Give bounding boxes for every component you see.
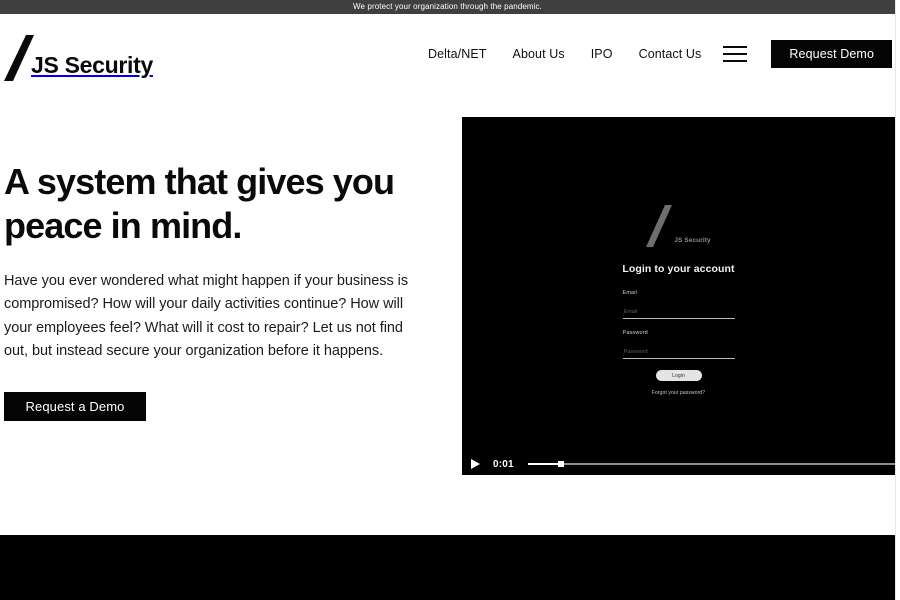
nav-item-delta-net[interactable]: Delta/NET <box>428 47 487 61</box>
slash-logo-icon <box>4 35 34 81</box>
logo-wordmark: JS Security <box>31 52 153 78</box>
hamburger-bar <box>723 60 748 62</box>
video-email-input[interactable] <box>622 308 735 319</box>
video-password-input[interactable] <box>622 348 735 359</box>
video-login-heading: Login to your account <box>622 263 735 275</box>
site-logo[interactable]: JS Security <box>4 35 153 81</box>
video-slash-logo-icon <box>646 205 673 247</box>
nav-item-contact-us[interactable]: Contact Us <box>639 47 702 61</box>
request-demo-button[interactable]: Request Demo <box>771 40 892 68</box>
request-a-demo-button[interactable]: Request a Demo <box>4 391 146 421</box>
announcement-text: We protect your organization through the… <box>353 2 542 11</box>
video-control-bar: 0:01 <box>462 453 895 475</box>
hero-section: A system that gives you peace in mind. H… <box>4 160 434 421</box>
video-login-screen: JS Security Login to your account Email … <box>462 203 895 396</box>
main-nav: Delta/NET About Us IPO Contact Us Reques… <box>428 40 892 68</box>
progress-handle[interactable] <box>557 461 564 467</box>
announcement-banner: We protect your organization through the… <box>0 0 895 14</box>
nav-item-about-us[interactable]: About Us <box>513 47 565 61</box>
hamburger-bar <box>723 53 748 55</box>
progress-track <box>527 463 895 465</box>
video-login-button[interactable]: Login <box>655 370 702 381</box>
video-frame: JS Security Login to your account Email … <box>462 117 895 453</box>
footer-block <box>0 535 895 600</box>
site-header: JS Security Delta/NET About Us IPO Conta… <box>0 14 895 100</box>
video-password-field-group: Password <box>622 330 735 359</box>
video-logo: JS Security <box>646 203 711 247</box>
progress-filled <box>527 463 561 465</box>
video-current-time: 0:01 <box>493 458 514 470</box>
video-progress-bar[interactable] <box>527 458 895 470</box>
video-login-form: Email Password Login Forgot your passwor… <box>622 290 735 396</box>
hamburger-icon[interactable] <box>723 44 748 64</box>
scrollbar-gutter[interactable] <box>895 0 900 600</box>
nav-item-ipo[interactable]: IPO <box>591 47 613 61</box>
video-player[interactable]: JS Security Login to your account Email … <box>462 117 895 475</box>
video-password-label: Password <box>622 330 648 336</box>
hamburger-bar <box>723 46 748 48</box>
hero-title: A system that gives you peace in mind. <box>4 161 395 246</box>
video-email-field-group: Email <box>622 290 735 319</box>
play-icon[interactable] <box>471 459 480 469</box>
video-forgot-password-link[interactable]: Forgot your password? <box>623 390 735 396</box>
video-email-label: Email <box>622 290 638 296</box>
hero-description: Have you ever wondered what might happen… <box>4 272 409 360</box>
video-logo-wordmark: JS Security <box>674 237 711 244</box>
